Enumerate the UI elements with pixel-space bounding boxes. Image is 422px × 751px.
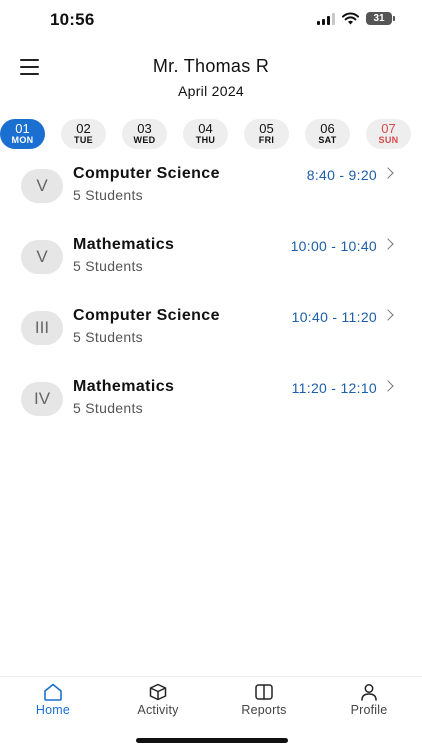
tab-profile[interactable]: Profile xyxy=(329,683,409,717)
class-row[interactable]: V Computer Science 5 Students 8:40 - 9:2… xyxy=(0,165,422,229)
class-subject: Mathematics xyxy=(73,378,175,395)
home-icon xyxy=(44,683,62,701)
class-subject: Mathematics xyxy=(73,236,175,253)
class-student-count: 5 Students xyxy=(73,329,143,345)
day-pill-wed[interactable]: 03 WED xyxy=(122,119,167,149)
class-row[interactable]: III Computer Science 5 Students 10:40 - … xyxy=(0,307,422,371)
chevron-right-icon xyxy=(382,380,394,392)
wifi-icon xyxy=(342,12,359,25)
grade-badge: IV xyxy=(21,382,63,416)
class-time: 10:00 - 10:40 xyxy=(290,238,377,254)
class-student-count: 5 Students xyxy=(73,258,143,274)
home-indicator xyxy=(136,738,288,743)
cube-icon xyxy=(149,683,167,701)
grade-badge: V xyxy=(21,169,63,203)
tab-label: Profile xyxy=(350,703,388,717)
status-time: 10:56 xyxy=(50,10,95,29)
day-of-week: SUN xyxy=(378,135,399,145)
chevron-right-icon xyxy=(382,167,394,179)
day-number: 07 xyxy=(381,121,396,136)
day-pill-sat[interactable]: 06 SAT xyxy=(305,119,350,149)
person-icon xyxy=(361,684,377,701)
day-pill-thu[interactable]: 04 THU xyxy=(183,119,228,149)
tab-home[interactable]: Home xyxy=(13,683,93,717)
day-number: 03 xyxy=(137,121,152,136)
day-pill-tue[interactable]: 02 TUE xyxy=(61,119,106,149)
cellular-signal-icon xyxy=(317,12,335,25)
tab-label: Activity xyxy=(137,703,179,717)
class-subject: Computer Science xyxy=(73,165,220,182)
tab-label: Reports xyxy=(241,703,287,717)
grade-badge: III xyxy=(21,311,63,345)
day-number: 01 xyxy=(15,121,30,136)
day-of-week: SAT xyxy=(318,135,337,145)
chevron-right-icon xyxy=(382,238,394,250)
class-time: 10:40 - 11:20 xyxy=(291,309,377,325)
class-time: 8:40 - 9:20 xyxy=(306,167,377,183)
day-of-week: FRI xyxy=(258,135,275,145)
battery-icon: 31 xyxy=(366,12,395,25)
day-pill-mon[interactable]: 01 MON xyxy=(0,119,45,149)
class-subject: Computer Science xyxy=(73,307,220,324)
class-time: 11:20 - 12:10 xyxy=(291,380,377,396)
class-row[interactable]: IV Mathematics 5 Students 11:20 - 12:10 xyxy=(0,378,422,442)
day-number: 05 xyxy=(259,121,274,136)
class-row[interactable]: V Mathematics 5 Students 10:00 - 10:40 xyxy=(0,236,422,300)
class-student-count: 5 Students xyxy=(73,187,143,203)
tab-label: Home xyxy=(35,703,71,717)
status-bar: 10:56 31 xyxy=(0,0,422,42)
day-of-week: MON xyxy=(11,135,34,145)
chevron-right-icon xyxy=(382,309,394,321)
month-label: April 2024 xyxy=(177,83,245,99)
page-title: Mr. Thomas R xyxy=(152,56,270,76)
day-pill-fri[interactable]: 05 FRI xyxy=(244,119,289,149)
day-pill-sun[interactable]: 07 SUN xyxy=(366,119,411,149)
day-selector: 01 MON 02 TUE 03 WED 04 THU 05 FRI 06 SA… xyxy=(0,119,422,149)
book-icon xyxy=(255,684,273,700)
tab-reports[interactable]: Reports xyxy=(224,683,304,717)
day-number: 06 xyxy=(320,121,335,136)
day-of-week: THU xyxy=(195,135,216,145)
status-icons: 31 xyxy=(317,12,395,25)
day-number: 02 xyxy=(76,121,91,136)
day-number: 04 xyxy=(198,121,213,136)
day-of-week: WED xyxy=(133,135,156,145)
class-student-count: 5 Students xyxy=(73,400,143,416)
day-of-week: TUE xyxy=(74,135,93,145)
tab-activity[interactable]: Activity xyxy=(118,683,198,717)
grade-badge: V xyxy=(21,240,63,274)
